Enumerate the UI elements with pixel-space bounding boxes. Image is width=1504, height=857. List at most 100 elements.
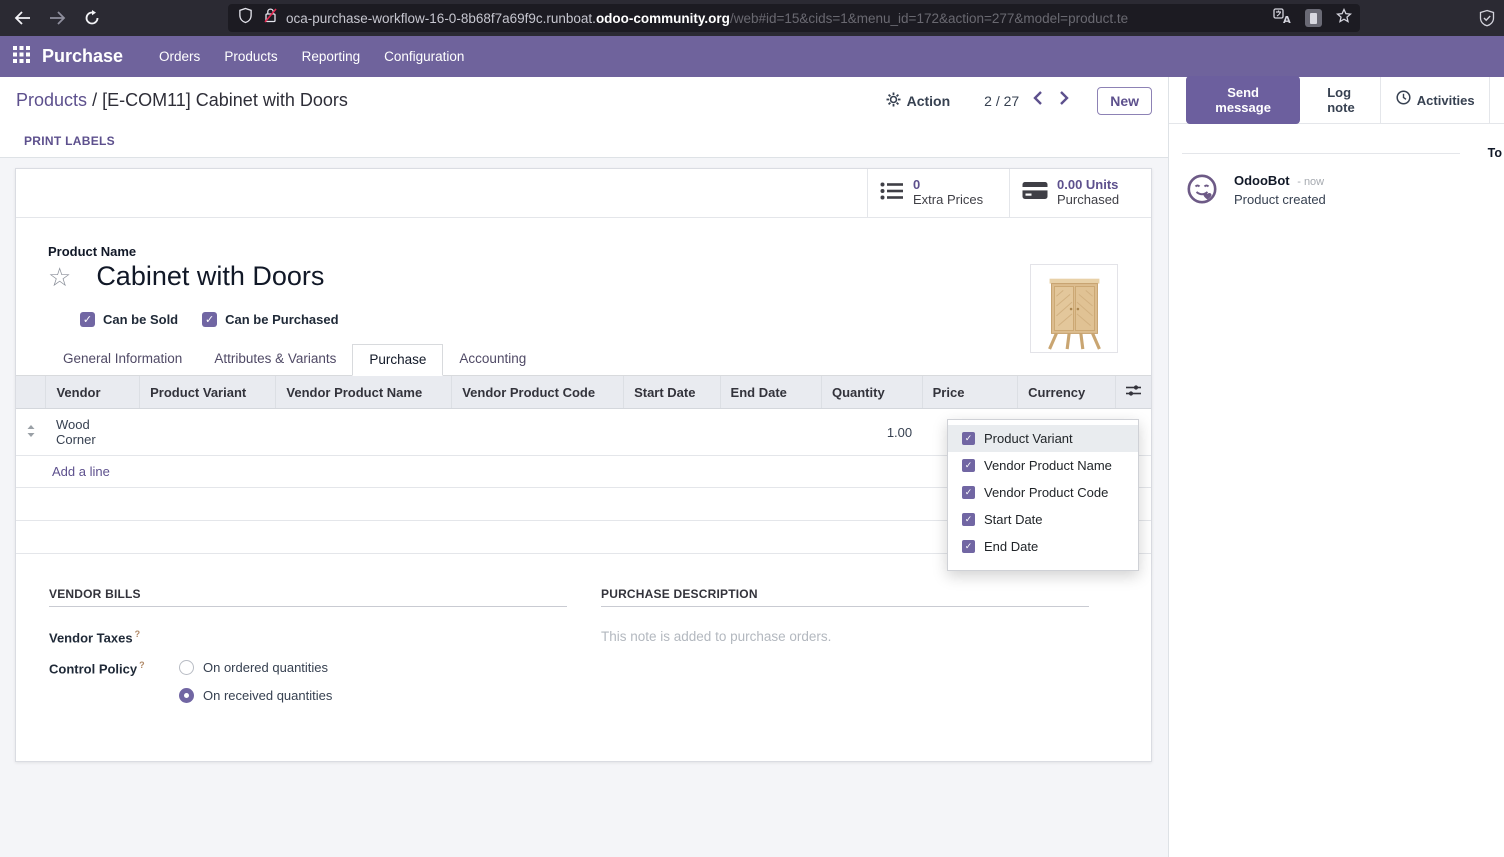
bookmark-star-icon[interactable] — [1336, 8, 1352, 29]
credit-card-icon — [1022, 181, 1048, 205]
address-bar[interactable]: oca-purchase-workflow-16-0-8b68f7a69f9c.… — [228, 4, 1360, 32]
app-name[interactable]: Purchase — [42, 46, 123, 67]
favorite-star-icon[interactable]: ☆ — [48, 264, 71, 290]
cell-vendor-product-name[interactable] — [276, 409, 452, 456]
purchased-stat-button[interactable]: 0.00 Units Purchased — [1009, 169, 1151, 217]
activities-button[interactable]: Activities — [1380, 77, 1490, 123]
date-divider-label: To — [1488, 146, 1502, 160]
date-divider: To — [1169, 146, 1504, 160]
help-icon: ? — [135, 629, 141, 639]
control-panel: Products / [E-COM11] Cabinet with Doors … — [0, 77, 1168, 124]
checkbox-checked-icon — [962, 459, 975, 472]
column-start-date[interactable]: Start Date — [624, 376, 720, 409]
new-button[interactable]: New — [1097, 87, 1152, 115]
optional-columns-icon[interactable] — [1115, 376, 1151, 409]
dropdown-item-end-date[interactable]: End Date — [948, 533, 1138, 560]
action-label: Action — [907, 93, 951, 109]
cell-start-date[interactable] — [624, 409, 720, 456]
log-note-button[interactable]: Log note — [1327, 85, 1380, 115]
breadcrumb: Products / [E-COM11] Cabinet with Doors — [16, 90, 348, 111]
menu-products[interactable]: Products — [212, 49, 289, 64]
cell-vendor[interactable]: Wood Corner — [46, 409, 140, 456]
menu-configuration[interactable]: Configuration — [372, 49, 476, 64]
menu-reporting[interactable]: Reporting — [290, 49, 373, 64]
tab-attributes-variants[interactable]: Attributes & Variants — [198, 344, 352, 376]
browser-toolbar: oca-purchase-workflow-16-0-8b68f7a69f9c.… — [0, 0, 1504, 36]
column-vendor-product-name[interactable]: Vendor Product Name — [276, 376, 452, 409]
back-icon[interactable] — [14, 11, 31, 25]
breadcrumb-products-link[interactable]: Products — [16, 90, 87, 110]
column-end-date[interactable]: End Date — [720, 376, 821, 409]
extra-prices-value: 0 — [913, 178, 983, 193]
tab-accounting[interactable]: Accounting — [443, 344, 542, 376]
table-header-row: Vendor Product Variant Vendor Product Na… — [16, 376, 1151, 409]
action-button-row: PRINT LABELS — [0, 124, 1168, 158]
purchased-value: 0.00 Units — [1057, 178, 1119, 193]
cell-end-date[interactable] — [720, 409, 821, 456]
dropdown-item-vendor-product-code[interactable]: Vendor Product Code — [948, 479, 1138, 506]
cell-vendor-product-code[interactable] — [452, 409, 624, 456]
column-price[interactable]: Price — [922, 376, 1018, 409]
reload-icon[interactable] — [84, 10, 100, 26]
product-name-label: Product Name — [48, 244, 1119, 259]
dropdown-item-start-date[interactable]: Start Date — [948, 506, 1138, 533]
chatter-message: OdooBot - now Product created — [1169, 173, 1504, 211]
extra-prices-label: Extra Prices — [913, 193, 983, 208]
dropdown-item-product-variant[interactable]: Product Variant — [948, 425, 1138, 452]
product-image[interactable] — [1030, 264, 1118, 353]
can-be-sold-checkbox[interactable]: Can be Sold — [80, 312, 178, 327]
tab-purchase[interactable]: Purchase — [352, 344, 443, 376]
print-labels-button[interactable]: PRINT LABELS — [24, 134, 115, 148]
column-currency[interactable]: Currency — [1018, 376, 1116, 409]
pricelist-icon — [880, 181, 904, 206]
can-be-purchased-checkbox[interactable]: Can be Purchased — [202, 312, 338, 327]
menu-orders[interactable]: Orders — [147, 49, 212, 64]
shield-check-icon[interactable] — [1478, 9, 1496, 32]
gear-icon — [886, 92, 901, 110]
help-icon: ? — [139, 660, 145, 670]
drag-handle-icon[interactable] — [16, 409, 46, 456]
radio-on-ordered-quantities[interactable]: On ordered quantities — [179, 660, 332, 675]
action-menu-button[interactable]: Action — [886, 92, 951, 110]
product-name[interactable]: Cabinet with Doors — [96, 261, 324, 292]
column-quantity[interactable]: Quantity — [821, 376, 922, 409]
stat-button-row: 0 Extra Prices 0.00 Units Purchased — [16, 169, 1151, 218]
tracking-shield-icon[interactable] — [238, 7, 253, 29]
optional-columns-dropdown: Product Variant Vendor Product Name Vend… — [947, 419, 1139, 571]
checkbox-checked-icon — [962, 513, 975, 526]
notebook-tabs: General Information Attributes & Variant… — [16, 344, 1151, 376]
send-message-button[interactable]: Send message — [1186, 76, 1300, 124]
control-policy-label: Control Policy? — [49, 660, 179, 716]
pager-previous-icon[interactable] — [1033, 91, 1042, 110]
purchase-description-section-title: PURCHASE DESCRIPTION — [601, 587, 1089, 607]
tab-general-information[interactable]: General Information — [47, 344, 198, 376]
checkbox-checked-icon — [80, 312, 95, 327]
forward-icon[interactable] — [49, 11, 66, 25]
purchased-label: Purchased — [1057, 193, 1119, 208]
main-panel: Products / [E-COM11] Cabinet with Doors … — [0, 77, 1168, 857]
pager-next-icon[interactable] — [1060, 91, 1069, 110]
handle-column-header — [16, 376, 46, 409]
cell-quantity[interactable]: 1.00 — [821, 409, 922, 456]
cell-product-variant[interactable] — [140, 409, 276, 456]
odoo-navbar: Purchase Orders Products Reporting Confi… — [0, 36, 1504, 77]
radio-unchecked-icon — [179, 660, 194, 675]
column-vendor[interactable]: Vendor — [46, 376, 140, 409]
extra-prices-stat-button[interactable]: 0 Extra Prices — [867, 169, 1009, 217]
odoobot-avatar[interactable] — [1186, 173, 1219, 211]
column-vendor-product-code[interactable]: Vendor Product Code — [452, 376, 624, 409]
checkbox-checked-icon — [962, 540, 975, 553]
message-author[interactable]: OdooBot — [1234, 173, 1290, 188]
translate-icon[interactable]: A — [1273, 8, 1291, 29]
checkbox-checked-icon — [202, 312, 217, 327]
column-product-variant[interactable]: Product Variant — [140, 376, 276, 409]
radio-on-received-quantities[interactable]: On received quantities — [179, 688, 332, 703]
apps-menu-icon[interactable] — [13, 46, 30, 68]
vendor-taxes-label: Vendor Taxes? — [49, 629, 179, 645]
extension-icon[interactable] — [1305, 9, 1322, 27]
purchase-description-field[interactable]: This note is added to purchase orders. — [601, 629, 1089, 644]
dropdown-item-vendor-product-name[interactable]: Vendor Product Name — [948, 452, 1138, 479]
pager-value: 2 / 27 — [984, 93, 1019, 109]
checkbox-checked-icon — [962, 486, 975, 499]
insecure-lock-icon[interactable] — [263, 7, 278, 29]
